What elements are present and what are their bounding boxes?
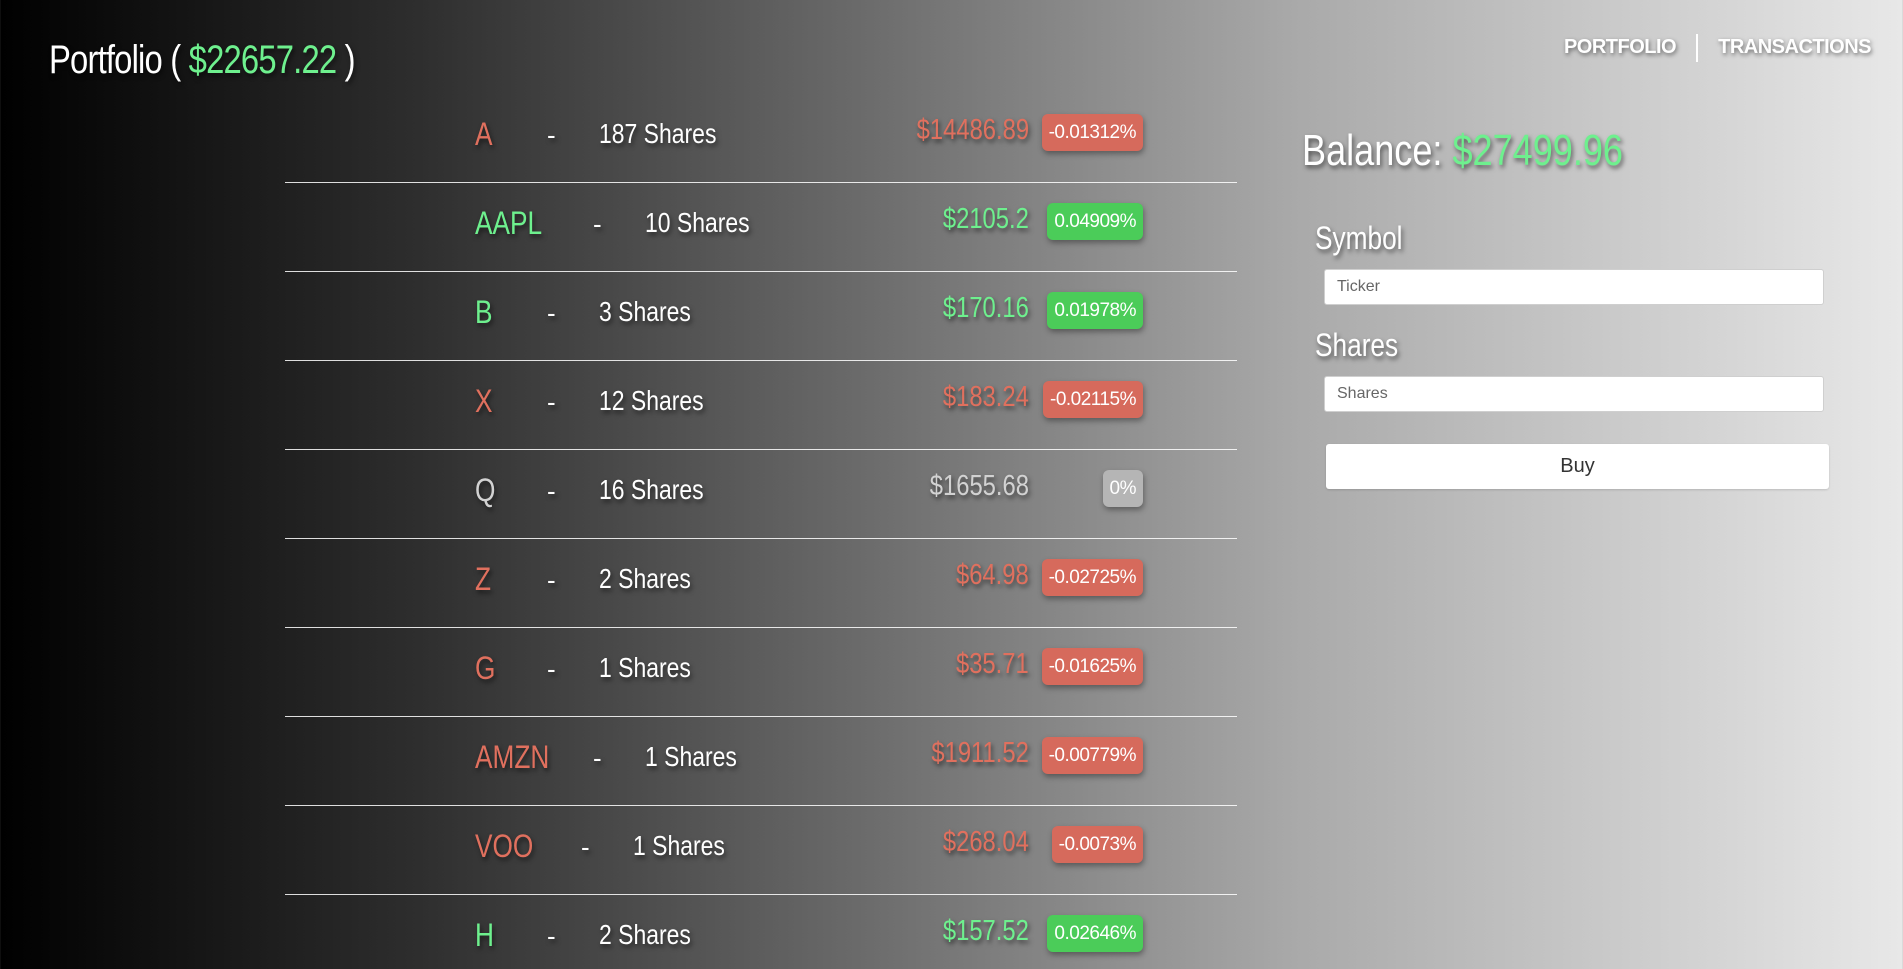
holding-row: A - 187 Shares $14486.89 -0.01312% xyxy=(285,94,1237,183)
page-title-prefix: Portfolio ( xyxy=(49,38,189,82)
holdings-list: A - 187 Shares $14486.89 -0.01312% AAPL - 10 Sh… xyxy=(285,94,1237,969)
holding-price: $35.71 xyxy=(956,648,1029,680)
symbol-input[interactable] xyxy=(1324,269,1824,305)
holding-symbol: H xyxy=(475,917,494,953)
balance-value: $27499.96 xyxy=(1452,126,1624,175)
holding-separator: - xyxy=(547,476,556,506)
holding-shares: 10 Shares xyxy=(645,207,750,238)
holding-price: $170.16 xyxy=(943,292,1029,324)
holding-price: $157.52 xyxy=(943,915,1029,947)
holding-symbol: VOO xyxy=(475,828,534,864)
holding-row: Z - 2 Shares $64.98 -0.02725% xyxy=(285,539,1237,628)
symbol-label: Symbol xyxy=(1315,220,1403,256)
nav-portfolio-link[interactable]: PORTFOLIO xyxy=(1564,32,1677,63)
holding-shares: 1 Shares xyxy=(599,652,691,683)
holding-symbol: Q xyxy=(475,472,496,508)
holding-symbol: B xyxy=(475,294,493,330)
holding-row: H - 2 Shares $157.52 0.02646% xyxy=(285,895,1237,969)
holding-separator: - xyxy=(547,120,556,150)
holding-separator: - xyxy=(547,921,556,951)
holding-shares: 1 Shares xyxy=(633,830,725,861)
holding-shares: 16 Shares xyxy=(599,474,704,505)
holding-price: $64.98 xyxy=(956,559,1029,591)
holding-change-badge: -0.02725% xyxy=(1041,559,1143,596)
holding-change-badge: 0.01978% xyxy=(1047,292,1143,329)
holding-row: G - 1 Shares $35.71 -0.01625% xyxy=(285,628,1237,717)
holding-separator: - xyxy=(547,298,556,328)
holding-symbol: A xyxy=(475,116,493,152)
holding-change-badge: -0.0073% xyxy=(1051,826,1143,863)
holding-symbol: X xyxy=(475,383,493,419)
holding-price: $1911.52 xyxy=(931,737,1029,769)
nav-transactions-link[interactable]: TRANSACTIONS xyxy=(1718,32,1871,63)
holding-separator: - xyxy=(547,654,556,684)
holding-separator: - xyxy=(581,832,590,862)
holding-change-badge: 0.02646% xyxy=(1047,915,1143,952)
holding-price: $1655.68 xyxy=(929,470,1029,502)
holding-row: AAPL - 10 Shares $2105.2 0.04909% xyxy=(285,183,1237,272)
buy-button[interactable]: Buy xyxy=(1326,444,1829,489)
holding-symbol: G xyxy=(475,650,496,686)
nav-divider xyxy=(1696,33,1699,62)
holding-symbol: AMZN xyxy=(475,739,550,775)
holding-separator: - xyxy=(547,387,556,417)
holding-shares: 3 Shares xyxy=(599,296,691,327)
holding-separator: - xyxy=(547,565,556,595)
holding-price: $183.24 xyxy=(943,381,1029,413)
holding-shares: 1 Shares xyxy=(645,741,737,772)
holding-price: $268.04 xyxy=(943,826,1029,858)
holding-price: $2105.2 xyxy=(943,203,1029,235)
shares-input[interactable] xyxy=(1324,376,1824,412)
holding-change-badge: 0% xyxy=(1102,470,1143,507)
holding-row: X - 12 Shares $183.24 -0.02115% xyxy=(285,361,1237,450)
holding-price: $14486.89 xyxy=(916,114,1029,146)
balance: Balance: $27499.96 xyxy=(1302,126,1623,176)
holding-separator: - xyxy=(593,743,602,773)
page-title-suffix: ) xyxy=(336,38,356,82)
holding-row: VOO - 1 Shares $268.04 -0.0073% xyxy=(285,806,1237,895)
holding-shares: 2 Shares xyxy=(599,563,691,594)
holding-symbol: AAPL xyxy=(475,205,543,241)
holding-row: Q - 16 Shares $1655.68 0% xyxy=(285,450,1237,539)
portfolio-value: $22657.22 xyxy=(188,38,337,82)
top-nav: PORTFOLIO TRANSACTIONS xyxy=(1564,32,1871,63)
holding-separator: - xyxy=(593,209,602,239)
holding-shares: 187 Shares xyxy=(599,118,717,149)
holding-symbol: Z xyxy=(475,561,492,597)
holding-shares: 2 Shares xyxy=(599,919,691,950)
balance-label: Balance: xyxy=(1302,126,1453,175)
page-title: Portfolio ( $22657.22 ) xyxy=(49,38,356,83)
holding-change-badge: 0.04909% xyxy=(1047,203,1143,240)
holding-change-badge: -0.01312% xyxy=(1041,114,1143,151)
holding-row: AMZN - 1 Shares $1911.52 -0.00779% xyxy=(285,717,1237,806)
holding-shares: 12 Shares xyxy=(599,385,704,416)
holding-change-badge: -0.00779% xyxy=(1041,737,1143,774)
holding-change-badge: -0.02115% xyxy=(1043,381,1143,418)
holding-row: B - 3 Shares $170.16 0.01978% xyxy=(285,272,1237,361)
shares-label: Shares xyxy=(1315,327,1399,363)
holding-change-badge: -0.01625% xyxy=(1041,648,1143,685)
